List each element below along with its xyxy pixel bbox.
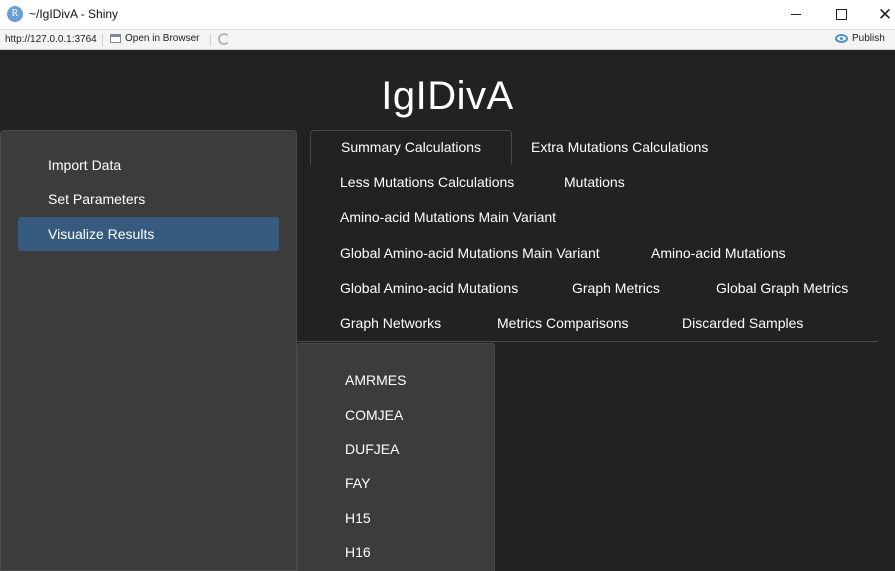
- sample-list: AMRMES COMJEA DUFJEA FAY H15 H16: [297, 343, 495, 571]
- divider: [210, 34, 211, 46]
- tabs-divider: [297, 341, 878, 342]
- tab-global-amino-acid-mutations[interactable]: Global Amino-acid Mutations: [310, 271, 548, 306]
- minimize-button[interactable]: [773, 0, 819, 29]
- open-in-browser-label: Open in Browser: [125, 33, 200, 44]
- shiny-app: IgIDivA Import Data Set Parameters Visua…: [0, 50, 895, 571]
- list-item[interactable]: AMRMES: [345, 372, 406, 388]
- close-icon: ✕: [877, 4, 893, 24]
- sidebar-item-visualize-results[interactable]: Visualize Results: [18, 217, 279, 251]
- tab-summary-calculations[interactable]: Summary Calculations: [310, 130, 513, 165]
- sidebar-item-import-data[interactable]: Import Data: [18, 148, 279, 182]
- address-bar: http://127.0.0.1:3764 Open in Browser Pu…: [0, 29, 895, 50]
- page-title: IgIDivA: [381, 74, 514, 118]
- publish-button[interactable]: Publish: [835, 33, 885, 44]
- maximize-button[interactable]: [818, 0, 864, 29]
- close-button[interactable]: ✕: [862, 0, 895, 29]
- tab-graph-networks[interactable]: Graph Networks: [310, 306, 471, 341]
- r-logo-icon: R: [7, 6, 23, 22]
- tab-discarded-samples[interactable]: Discarded Samples: [652, 306, 833, 341]
- tab-less-mutations-calculations[interactable]: Less Mutations Calculations: [310, 165, 544, 200]
- publish-label: Publish: [852, 33, 885, 44]
- tab-global-amino-acid-mutations-main-variant[interactable]: Global Amino-acid Mutations Main Variant: [310, 236, 630, 271]
- list-item[interactable]: H16: [345, 544, 371, 560]
- tab-extra-mutations-calculations[interactable]: Extra Mutations Calculations: [501, 130, 738, 165]
- maximize-icon: [835, 9, 847, 20]
- minimize-icon: [791, 14, 801, 15]
- tab-amino-acid-mutations-main-variant[interactable]: Amino-acid Mutations Main Variant: [310, 200, 586, 235]
- window-title: ~/IgIDivA - Shiny: [29, 7, 119, 21]
- tab-graph-metrics[interactable]: Graph Metrics: [542, 271, 690, 306]
- tab-global-graph-metrics[interactable]: Global Graph Metrics: [686, 271, 878, 306]
- sidebar: Import Data Set Parameters Visualize Res…: [0, 130, 297, 571]
- window-titlebar: R ~/IgIDivA - Shiny ✕: [0, 0, 895, 29]
- list-item[interactable]: FAY: [345, 475, 370, 491]
- publish-icon: [835, 34, 848, 43]
- list-item[interactable]: DUFJEA: [345, 441, 399, 457]
- url-text: http://127.0.0.1:3764: [5, 34, 97, 45]
- browser-window-icon: [110, 34, 121, 43]
- list-item[interactable]: COMJEA: [345, 407, 403, 423]
- open-in-browser-button[interactable]: Open in Browser: [110, 33, 199, 44]
- sidebar-item-set-parameters[interactable]: Set Parameters: [18, 182, 279, 216]
- divider: [102, 34, 103, 46]
- list-item[interactable]: H15: [345, 510, 371, 526]
- refresh-icon[interactable]: [218, 33, 230, 45]
- tab-mutations[interactable]: Mutations: [534, 165, 655, 200]
- tab-metrics-comparisons[interactable]: Metrics Comparisons: [467, 306, 658, 341]
- tab-amino-acid-mutations[interactable]: Amino-acid Mutations: [621, 236, 816, 271]
